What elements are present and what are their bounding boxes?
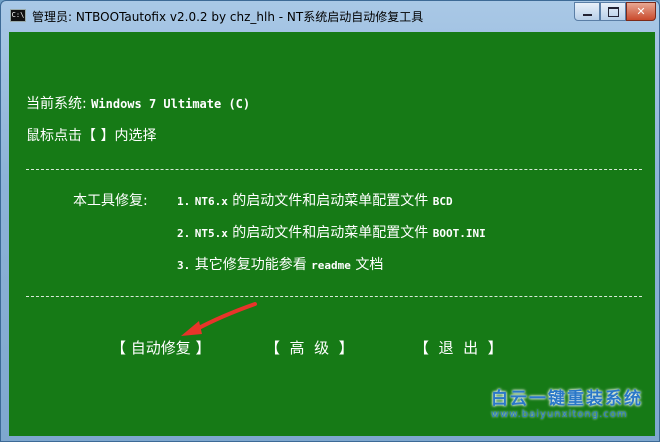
maximize-icon — [607, 6, 619, 17]
maximize-button[interactable] — [600, 2, 626, 21]
minimize-button[interactable] — [574, 2, 600, 21]
console-icon: C:\ — [10, 9, 26, 22]
minimize-icon — [582, 13, 592, 16]
close-icon: ✕ — [636, 5, 646, 18]
tool-label: 本工具修复: — [73, 193, 148, 209]
current-system-label: 当前系统: — [26, 96, 87, 112]
watermark-url: www.baiyunxitong.com — [491, 409, 628, 420]
watermark: 白云一键重装系统 www.baiyunxitong.com — [491, 384, 643, 420]
instruction-text: 鼠标点击【 】内选择 — [26, 128, 157, 144]
console-area: 当前系统: Windows 7 Ultimate (C) 鼠标点击【 】内选择 … — [9, 32, 655, 436]
current-system-value: Windows 7 Ultimate (C) — [91, 97, 251, 111]
repair-item-2: 2. NT5.x 的启动文件和启动菜单配置文件 BOOT.INI — [177, 225, 486, 241]
console-window: C:\ 管理员: NTBOOTautofix v2.0.2 by chz_hlh… — [0, 0, 660, 442]
separator-top — [26, 169, 642, 170]
title-bar[interactable]: C:\ 管理员: NTBOOTautofix v2.0.2 by chz_hlh… — [1, 1, 659, 31]
window-title: 管理员: NTBOOTautofix v2.0.2 by chz_hlh - N… — [32, 10, 424, 24]
red-arrow-icon — [181, 302, 257, 336]
current-system-line: 当前系统: Windows 7 Ultimate (C) — [26, 96, 250, 112]
advanced-button[interactable]: 【 高 级 】 — [265, 337, 354, 358]
close-button[interactable]: ✕ — [626, 2, 656, 21]
watermark-title: 白云一键重装系统 — [491, 389, 643, 409]
separator-bottom — [26, 296, 642, 297]
repair-item-3: 3. 其它修复功能参看 readme 文档 — [177, 257, 384, 273]
repair-item-1: 1. NT6.x 的启动文件和启动菜单配置文件 BCD — [177, 193, 453, 209]
auto-repair-button[interactable]: 【 自动修复 】 — [111, 337, 211, 358]
exit-button[interactable]: 【 退 出 】 — [414, 337, 503, 358]
